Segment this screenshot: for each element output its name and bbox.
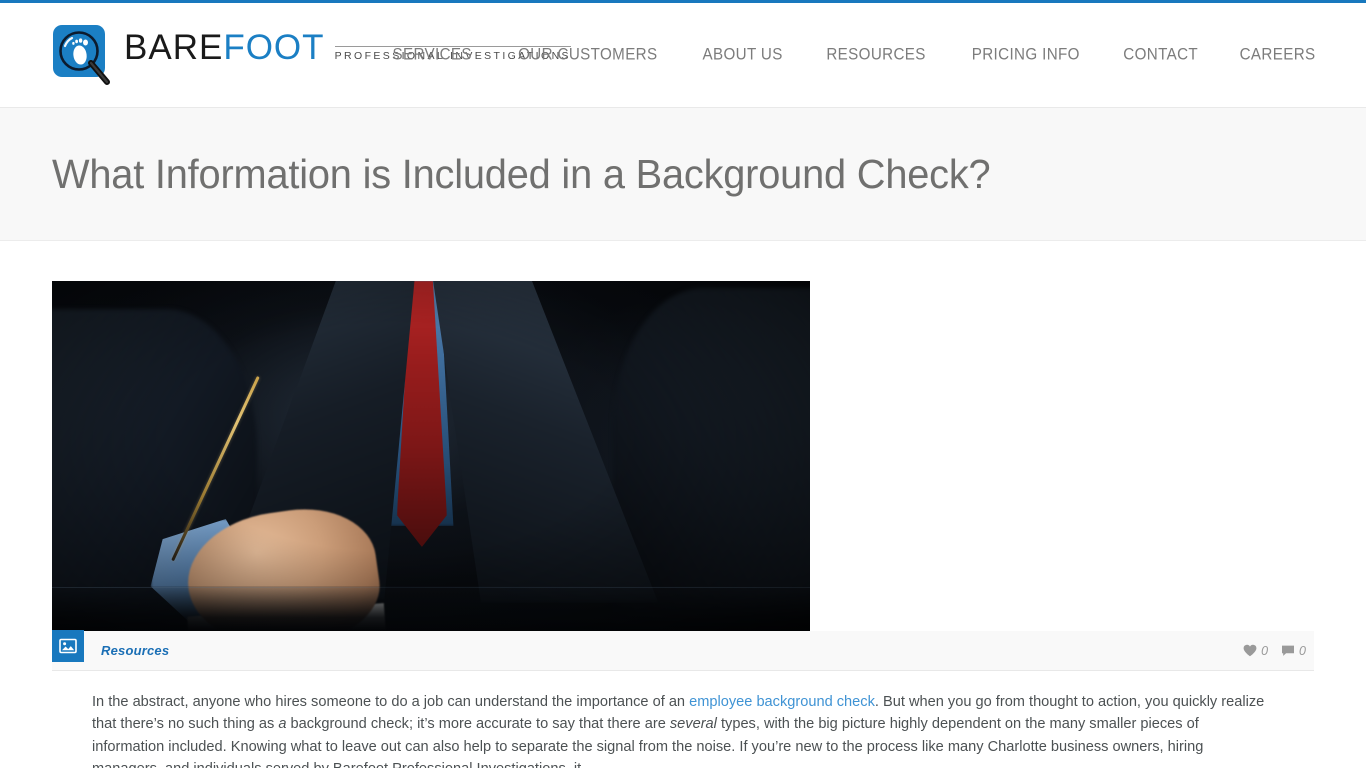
- logo-text-foot: FOOT: [223, 28, 324, 67]
- nav-item-services[interactable]: SERVICES: [376, 46, 489, 65]
- article-paragraph: In the abstract, anyone who hires someon…: [92, 691, 1270, 768]
- post-stats: 0 0: [1243, 644, 1306, 658]
- nav-item-about-us[interactable]: ABOUT US: [686, 46, 799, 65]
- nav-item-contact[interactable]: CONTACT: [1107, 46, 1215, 65]
- nav-item-our-customers[interactable]: OUR CUSTOMERS: [501, 46, 674, 65]
- photo-vignette: [52, 281, 810, 631]
- comment-bubble-icon: [1281, 644, 1295, 657]
- nav-item-careers[interactable]: CAREERS: [1223, 46, 1316, 65]
- post-category-link[interactable]: Resources: [101, 643, 169, 658]
- page-title-band: What Information is Included in a Backgr…: [0, 108, 1366, 241]
- main-content: Resources 0 0 In the abstract, anyone wh…: [0, 281, 1366, 768]
- like-count: 0: [1261, 643, 1269, 658]
- paragraph-segment-1: In the abstract, anyone who hires someon…: [92, 694, 690, 710]
- heart-icon: [1243, 644, 1257, 657]
- page-title: What Information is Included in a Backgr…: [52, 150, 991, 197]
- main-navigation: SERVICES OUR CUSTOMERS ABOUT US RESOURCE…: [371, 46, 1320, 65]
- paragraph-segment-3: background check; it’s more accurate to …: [286, 716, 670, 733]
- comment-count: 0: [1299, 643, 1306, 658]
- like-stat[interactable]: 0: [1243, 644, 1268, 658]
- logo-text-bare: BARE: [124, 28, 224, 67]
- site-header: BAREFOOT PROFESSIONAL INVESTIGATIONS SER…: [0, 3, 1366, 108]
- featured-image: [52, 281, 810, 631]
- image-format-icon: [52, 630, 84, 662]
- employee-background-check-link[interactable]: employee background check: [689, 694, 875, 710]
- post-meta-bar: Resources 0 0: [52, 630, 1314, 671]
- magnifier-footprint-icon: [52, 24, 114, 86]
- paragraph-emphasis-several: several: [669, 716, 717, 733]
- nav-item-pricing-info[interactable]: PRICING INFO: [955, 46, 1096, 65]
- nav-item-resources[interactable]: RESOURCES: [810, 46, 943, 65]
- comment-stat[interactable]: 0: [1281, 644, 1306, 658]
